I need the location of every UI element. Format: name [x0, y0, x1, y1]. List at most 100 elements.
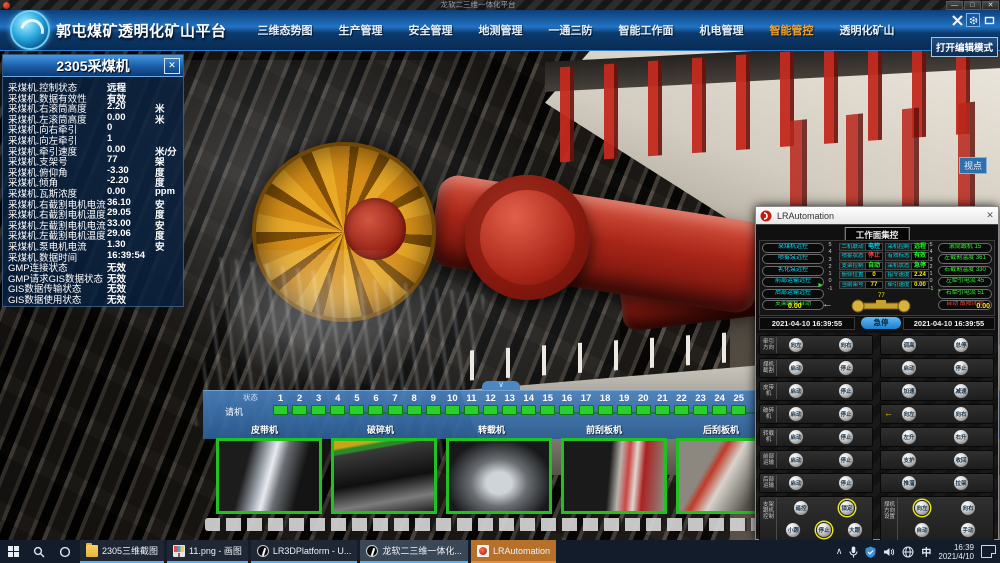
- support-channel[interactable]: 8: [407, 393, 422, 421]
- settings-gear-icon[interactable]: [966, 13, 980, 27]
- control-button-a[interactable]: 推溜: [901, 475, 917, 491]
- camera-thumb-front-scraper[interactable]: [561, 438, 667, 514]
- control-button-a[interactable]: 调高: [901, 337, 917, 353]
- support-channel[interactable]: 24: [712, 393, 727, 421]
- tray-chevron-up-icon[interactable]: ∧: [836, 546, 843, 557]
- control-button-a[interactable]: 启动: [788, 383, 804, 399]
- security-shield-icon[interactable]: [865, 546, 876, 558]
- close-button[interactable]: ✕: [982, 1, 999, 10]
- control-button-b[interactable]: 停止: [838, 360, 854, 376]
- cortana-icon[interactable]: [52, 540, 78, 563]
- nav-menu-item[interactable]: 三维态势图: [245, 22, 326, 38]
- support-channel[interactable]: 23: [693, 393, 708, 421]
- support-channel[interactable]: 20: [636, 393, 651, 421]
- nav-menu-item[interactable]: 地测管理: [466, 22, 536, 38]
- support-channel[interactable]: 3: [311, 393, 326, 421]
- control-button-b[interactable]: 减速: [953, 383, 969, 399]
- support-channel[interactable]: 7: [388, 393, 403, 421]
- maximize-button[interactable]: □: [964, 1, 981, 10]
- support-follow-button[interactable]: 停止: [816, 522, 832, 538]
- control-button-b[interactable]: 停止: [838, 452, 854, 468]
- control-button-b[interactable]: 右升: [953, 429, 969, 445]
- direction-button[interactable]: 向左: [914, 500, 930, 516]
- support-channel[interactable]: 14: [521, 393, 536, 421]
- lr-telemetry-button[interactable]: 左牵引电流 45: [938, 277, 992, 287]
- microphone-icon[interactable]: [849, 546, 858, 558]
- support-channel[interactable]: 25: [731, 393, 746, 421]
- control-button-a[interactable]: 向左: [901, 406, 917, 422]
- support-channel[interactable]: 11: [464, 393, 479, 421]
- notification-center-icon[interactable]: [981, 545, 996, 558]
- control-button-b[interactable]: 停止: [838, 429, 854, 445]
- support-channel[interactable]: 2: [292, 393, 307, 421]
- control-button-a[interactable]: 向左: [788, 337, 804, 353]
- camera-thumb-belt[interactable]: [216, 438, 322, 514]
- support-channel[interactable]: 19: [617, 393, 632, 421]
- nav-menu-item[interactable]: 智能管控: [757, 22, 827, 38]
- support-channel[interactable]: 10: [445, 393, 460, 421]
- nav-menu-item[interactable]: 机电管理: [687, 22, 757, 38]
- lr-remote-button[interactable]: 乳化泵远控: [762, 266, 824, 276]
- nav-menu-item[interactable]: 安全管理: [396, 22, 466, 38]
- mode-button[interactable]: 手动: [960, 522, 976, 538]
- lr-remote-button[interactable]: 喷雾泵远控: [762, 254, 824, 264]
- control-button-b[interactable]: 停止: [838, 383, 854, 399]
- control-button-a[interactable]: 加速: [901, 383, 917, 399]
- control-button-b[interactable]: 收回: [953, 452, 969, 468]
- support-channel[interactable]: 13: [502, 393, 517, 421]
- lr-titlebar[interactable]: LRAutomation ✕: [756, 207, 998, 224]
- shearer-panel-close-icon[interactable]: ✕: [164, 58, 180, 74]
- control-button-a[interactable]: 启动: [901, 360, 917, 376]
- lr-remote-button[interactable]: 采煤机远控: [762, 243, 824, 253]
- control-button-a[interactable]: 启动: [788, 429, 804, 445]
- support-mode-button[interactable]: 锁定: [839, 500, 855, 516]
- support-channel[interactable]: 17: [579, 393, 594, 421]
- nav-menu-item[interactable]: 生产管理: [326, 22, 396, 38]
- control-button-b[interactable]: 停止: [838, 475, 854, 491]
- control-button-a[interactable]: 启动: [788, 360, 804, 376]
- control-button-b[interactable]: 拉架: [953, 475, 969, 491]
- nav-menu-item[interactable]: 一通三防: [536, 22, 606, 38]
- control-button-b[interactable]: 向右: [953, 406, 969, 422]
- mode-button[interactable]: 自动: [914, 522, 930, 538]
- open-edit-mode-button[interactable]: 打开编辑模式: [931, 37, 998, 57]
- support-channel[interactable]: 4: [330, 393, 345, 421]
- support-channel[interactable]: 22: [674, 393, 689, 421]
- control-button-b[interactable]: 向右: [838, 337, 854, 353]
- direction-button[interactable]: 向右: [960, 500, 976, 516]
- lr-close-icon[interactable]: ✕: [982, 208, 998, 223]
- support-channel[interactable]: 1: [273, 393, 288, 421]
- support-channel[interactable]: 16: [559, 393, 574, 421]
- nav-menu-item[interactable]: 智能工作面: [606, 22, 687, 38]
- support-channel[interactable]: 9: [426, 393, 441, 421]
- support-channel[interactable]: 18: [598, 393, 613, 421]
- control-button-a[interactable]: 启动: [788, 475, 804, 491]
- viewpoint-tag[interactable]: 视点: [959, 157, 987, 174]
- control-button-b[interactable]: 停止: [953, 360, 969, 376]
- control-button-a[interactable]: 支护: [901, 452, 917, 468]
- emergency-stop-button[interactable]: 急停: [861, 317, 901, 329]
- lr-remote-button[interactable]: 前部运输远控: [762, 277, 824, 287]
- taskbar-task-button[interactable]: 11.png - 画图: [167, 540, 248, 563]
- support-follow-button[interactable]: 大跟: [847, 522, 863, 538]
- support-channel[interactable]: 6: [368, 393, 383, 421]
- control-button-a[interactable]: 启动: [788, 452, 804, 468]
- taskbar-task-button[interactable]: LRAutomation: [471, 540, 556, 563]
- ime-indicator[interactable]: 中: [921, 544, 931, 559]
- control-button-a[interactable]: 启动: [788, 406, 804, 422]
- search-icon[interactable]: [26, 540, 52, 563]
- lr-telemetry-button[interactable]: 右截割温度 330: [938, 266, 992, 276]
- control-button-b[interactable]: 停止: [838, 406, 854, 422]
- start-button[interactable]: [0, 540, 26, 563]
- speaker-icon[interactable]: [883, 546, 895, 558]
- lr-telemetry-button[interactable]: 左截割温度 361: [938, 254, 992, 264]
- minimize-button[interactable]: —: [946, 1, 963, 10]
- network-globe-icon[interactable]: [902, 546, 914, 558]
- support-channel[interactable]: 12: [483, 393, 498, 421]
- taskbar-task-button[interactable]: 龙软二三维一体化...: [360, 540, 468, 563]
- thumbnail-filmstrip[interactable]: [205, 518, 783, 531]
- camera-thumb-crusher[interactable]: [331, 438, 437, 514]
- support-channel[interactable]: 5: [349, 393, 364, 421]
- fit-screen-icon[interactable]: [982, 13, 996, 27]
- camera-thumb-loader[interactable]: [446, 438, 552, 514]
